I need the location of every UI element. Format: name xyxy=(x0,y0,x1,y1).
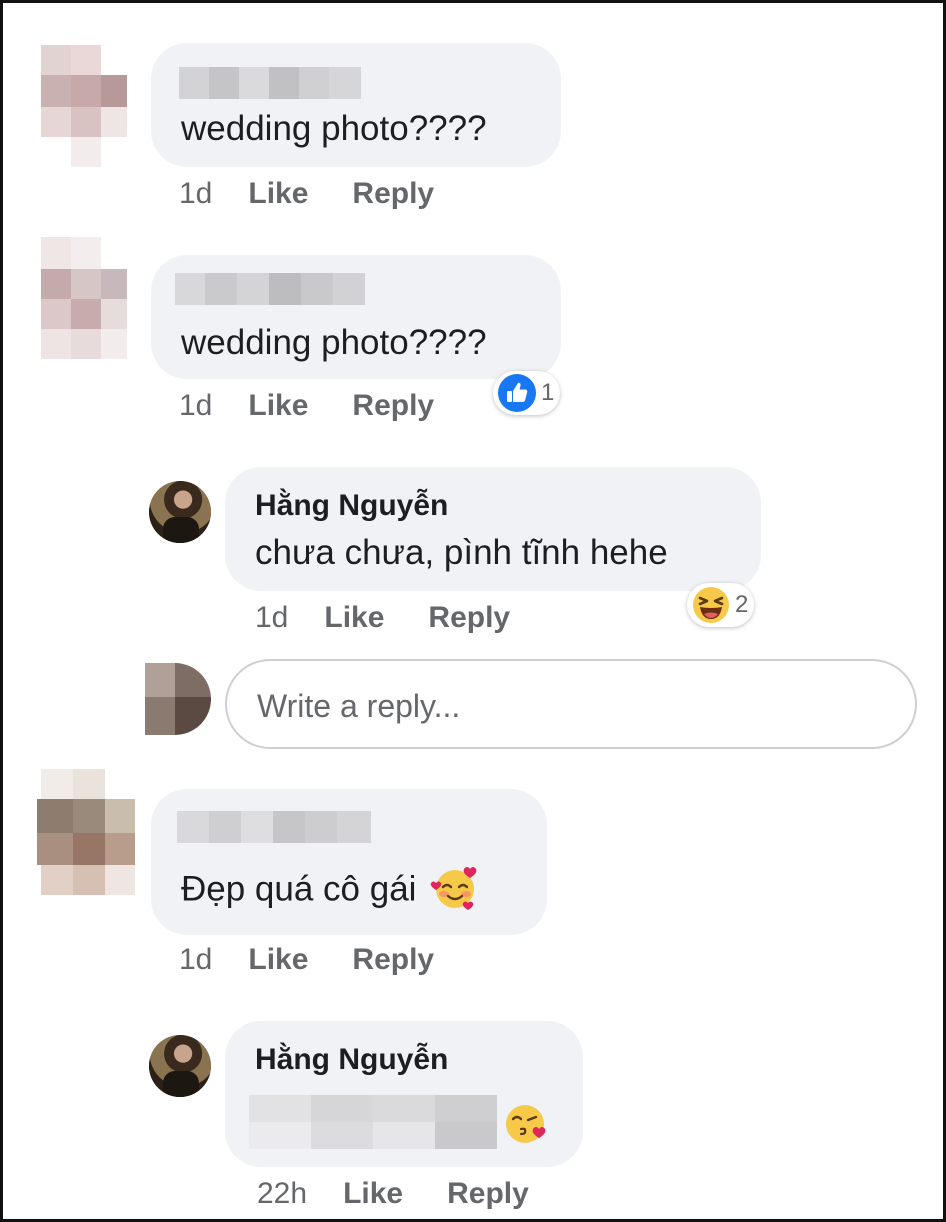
reply-button[interactable]: Reply xyxy=(352,943,434,977)
like-button[interactable]: Like xyxy=(343,1177,403,1211)
reply-text-blurred xyxy=(249,1095,497,1149)
comment-actions: 1d Like Reply xyxy=(179,389,478,423)
reply-bubble: Hằng Nguyễn xyxy=(225,1021,583,1167)
author-name-blurred[interactable] xyxy=(179,67,361,99)
comment-time: 22h xyxy=(257,1177,308,1210)
comment-actions: 1d Like Reply xyxy=(179,177,478,211)
author-name[interactable]: Hằng Nguyễn xyxy=(255,489,448,523)
comment-text: wedding photo???? xyxy=(181,323,487,362)
reply-input[interactable]: Write a reply... xyxy=(225,659,917,749)
reply-input-placeholder: Write a reply... xyxy=(257,688,461,724)
like-button[interactable]: Like xyxy=(248,943,308,977)
reaction-count: 1 xyxy=(541,379,555,406)
like-button[interactable]: Like xyxy=(248,177,308,211)
comment-actions: 1d Like Reply xyxy=(255,601,554,635)
avatar-blurred[interactable] xyxy=(37,769,137,897)
comment-bubble: wedding photo???? xyxy=(151,43,561,167)
comment-bubble: wedding photo???? xyxy=(151,255,561,379)
comment-time: 1d xyxy=(179,177,213,210)
face-blowing-kiss-icon xyxy=(506,1105,546,1143)
reply-button[interactable]: Reply xyxy=(352,389,434,423)
reaction-count: 2 xyxy=(735,591,749,618)
reply-bubble: Hằng Nguyễn chưa chưa, pình tĩnh hehe xyxy=(225,467,761,591)
comment-time: 1d xyxy=(255,601,289,634)
author-name-blurred[interactable] xyxy=(175,273,365,305)
comment-bubble: Đẹp quá cô gái xyxy=(151,789,547,935)
comment-text: wedding photo???? xyxy=(181,109,487,148)
smiling-face-with-hearts-icon xyxy=(430,867,477,910)
reply-button[interactable]: Reply xyxy=(352,177,434,211)
comment-thread: wedding photo???? 1d Like Reply wedding … xyxy=(0,0,946,1222)
author-name[interactable]: Hằng Nguyễn xyxy=(255,1043,448,1077)
avatar-blurred[interactable] xyxy=(41,45,131,169)
comment-time: 1d xyxy=(179,389,213,422)
avatar[interactable] xyxy=(149,481,211,543)
comment-time: 1d xyxy=(179,943,213,976)
comment-text: Đẹp quá cô gái xyxy=(181,867,480,913)
like-button[interactable]: Like xyxy=(324,601,384,635)
reaction-summary[interactable]: 1 xyxy=(493,371,561,415)
avatar-blurred[interactable] xyxy=(41,237,131,359)
author-name-blurred[interactable] xyxy=(177,811,371,843)
reaction-summary[interactable]: 2 xyxy=(687,583,755,627)
comment-text: chưa chưa, pình tĩnh hehe xyxy=(255,533,668,572)
current-user-avatar-blurred xyxy=(145,663,211,735)
comment-actions: 22h Like Reply xyxy=(257,1177,573,1211)
like-button[interactable]: Like xyxy=(248,389,308,423)
like-icon xyxy=(498,374,536,412)
reply-button[interactable]: Reply xyxy=(428,601,510,635)
laughing-face-icon xyxy=(693,587,729,623)
reply-button[interactable]: Reply xyxy=(447,1177,529,1211)
avatar[interactable] xyxy=(149,1035,211,1097)
comment-actions: 1d Like Reply xyxy=(179,943,478,977)
